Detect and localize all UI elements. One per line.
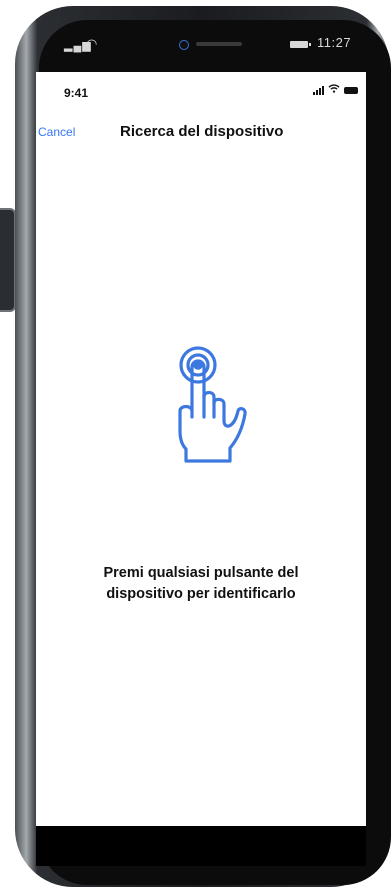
- cancel-button[interactable]: Cancel: [38, 125, 75, 139]
- camera-icon: [179, 40, 189, 50]
- bottom-bezel: [36, 826, 366, 866]
- instruction-line-2: dispositivo per identificarlo: [106, 586, 296, 602]
- app-screen: 9:41 Cancel Ricerca del dispositivo Prem…: [36, 72, 366, 826]
- system-time: 11:27: [317, 35, 352, 50]
- page-title: Ricerca del dispositivo: [120, 123, 284, 140]
- instruction-line-1: Premi qualsiasi pulsante del: [103, 565, 299, 581]
- wifi-icon: [328, 84, 340, 96]
- side-button: [0, 208, 16, 312]
- status-icons: [313, 84, 358, 96]
- battery-icon: [344, 86, 358, 94]
- phone-mockup: ▂▄▆ ◠ 11:27 9:41 Cancel Ricerca del disp…: [0, 0, 392, 889]
- navigation-bar: Cancel Ricerca del dispositivo: [36, 120, 366, 146]
- app-status-bar: 9:41: [36, 72, 366, 108]
- status-time: 9:41: [64, 86, 89, 100]
- wifi-icon: ◠: [86, 36, 98, 51]
- instruction-message: Premi qualsiasi pulsante del dispositivo…: [36, 563, 366, 605]
- system-status-bar: ▂▄▆ ◠ 11:27: [36, 20, 366, 70]
- battery-icon: [290, 41, 311, 48]
- hand-tap-icon: [156, 345, 248, 465]
- speaker-grille: [196, 42, 242, 46]
- signal-bars-icon: [313, 85, 324, 95]
